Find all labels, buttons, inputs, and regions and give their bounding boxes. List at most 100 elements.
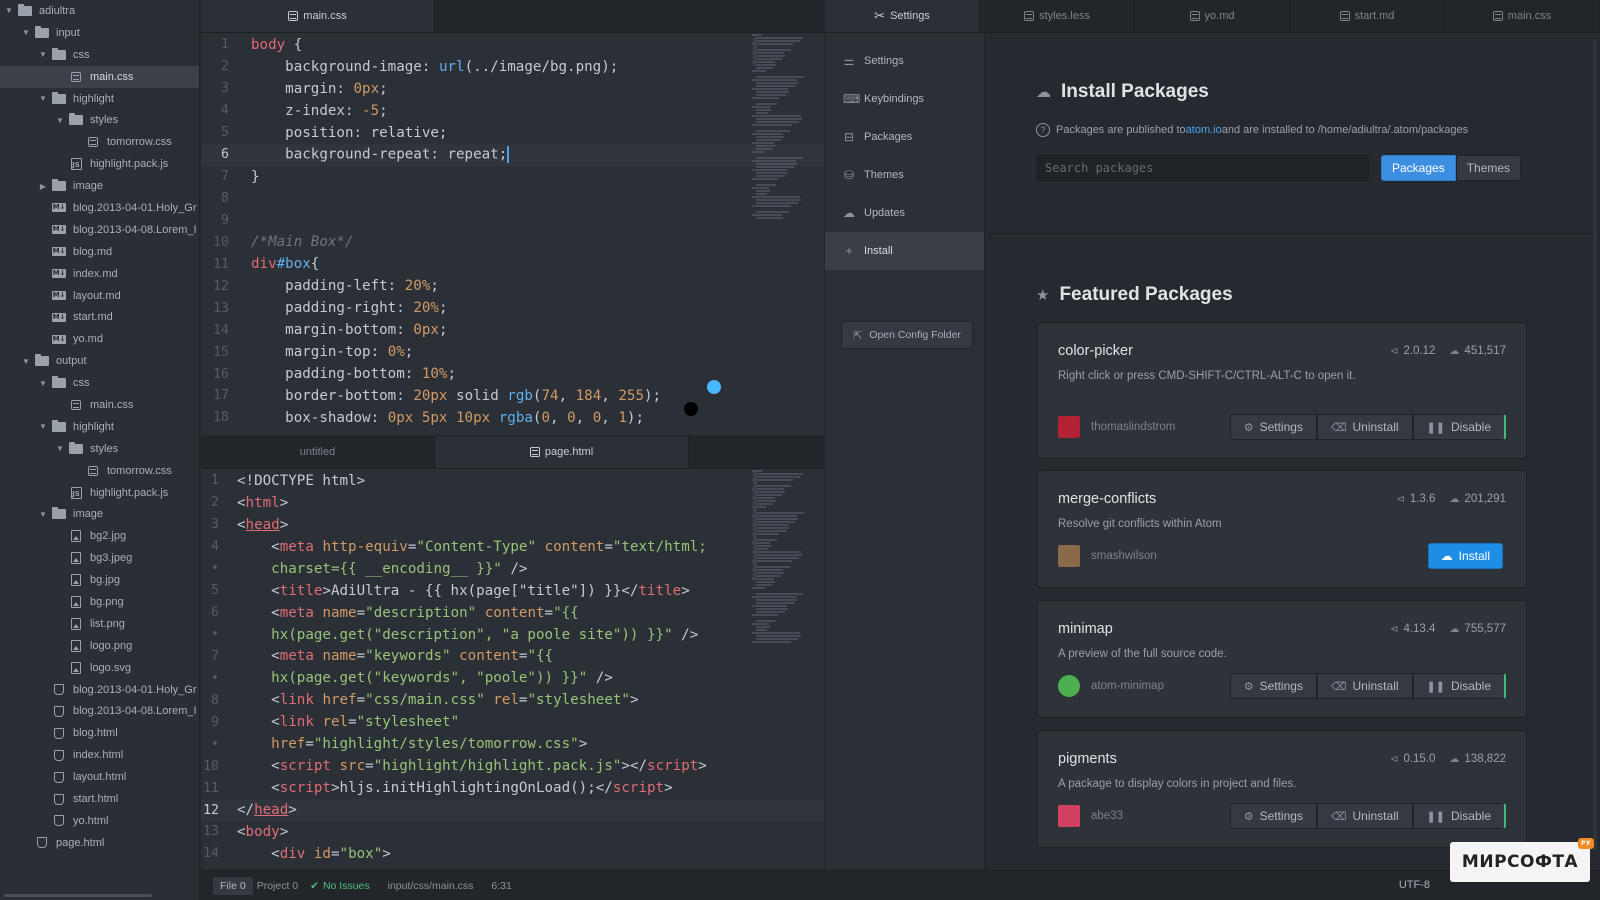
file-path[interactable]: input/css/main.css [388,880,474,892]
chevron-down-icon[interactable]: ▼ [4,6,14,15]
chevron-down-icon[interactable]: ▼ [38,379,48,388]
disable-button[interactable]: ❚❚ Disable [1412,803,1506,829]
tree-file[interactable]: ▼bg2.jpg [0,525,199,547]
code-editor[interactable]: 1 <!DOCTYPE html> 2 <html> 3 <head> 4 <meta ht… [201,470,824,870]
tree-folder[interactable]: ▼ highlight [0,416,199,438]
tree-folder[interactable]: ▼ input [0,22,199,44]
tree-file[interactable]: ▼main.css [0,394,199,416]
tree-file[interactable]: ▼tomorrow.css [0,460,199,482]
tree-file[interactable]: ▼M↓start.md [0,306,199,328]
tree-file[interactable]: ▼list.png [0,613,199,635]
package-owner[interactable]: abe33 [1058,805,1123,827]
tree-file[interactable]: ▼M↓yo.md [0,328,199,350]
tree-file[interactable]: ▼main.css [0,65,199,88]
uninstall-button[interactable]: ⌫ Uninstall [1316,414,1413,440]
tree-folder[interactable]: ▼ adiultra [0,0,199,22]
chevron-down-icon[interactable]: ▼ [38,510,48,519]
tab-untitled[interactable]: untitled [201,436,435,468]
tree-file[interactable]: ▼tomorrow.css [0,131,199,153]
tree-file[interactable]: ▼bg3.jpeg [0,547,199,569]
package-owner[interactable]: atom-minimap [1058,675,1164,697]
chevron-down-icon[interactable]: ▼ [21,28,31,37]
settings-button[interactable]: ⚙ Settings [1229,673,1317,699]
tree-file[interactable]: ▼blog.2013-04-08.Lorem_I [0,701,199,723]
tree-file[interactable]: ▼JShighlight.pack.js [0,482,199,504]
package-name[interactable]: minimap [1058,621,1113,637]
tree-file[interactable]: ▼M↓blog.2013-04-01.Holy_Gr [0,197,199,219]
nav-item-install[interactable]: + Install [825,232,984,270]
settings-button[interactable]: ⚙ Settings [1229,414,1317,440]
nav-item-updates[interactable]: ☁ Updates [825,194,984,232]
chevron-down-icon[interactable]: ▼ [55,116,65,125]
nav-item-themes[interactable]: ⛁ Themes [825,156,984,194]
chevron-right-icon[interactable]: ▶ [38,182,48,191]
tab-settings[interactable]: ✂ Settings [825,0,980,32]
packages-toggle-button[interactable]: Packages [1381,155,1456,181]
uninstall-button[interactable]: ⌫ Uninstall [1316,673,1413,699]
tree-file[interactable]: ▼M↓blog.md [0,241,199,263]
tree-file[interactable]: ▼yo.html [0,810,199,832]
tree-file[interactable]: ▼blog.2013-04-01.Holy_Gr [0,679,199,701]
package-owner[interactable]: thomaslindstrom [1058,416,1175,438]
package-name[interactable]: pigments [1058,751,1117,767]
cursor-position[interactable]: 6:31 [491,880,511,892]
disable-button[interactable]: ❚❚ Disable [1412,414,1506,440]
tab-styles-less[interactable]: styles.less [980,0,1135,32]
tree-file[interactable]: ▼bg.jpg [0,569,199,591]
package-name[interactable]: color-picker [1058,343,1133,359]
tab-main-css[interactable]: main.css [201,0,435,32]
nav-item-packages[interactable]: ⊟ Packages [825,118,984,156]
tree-file[interactable]: ▼blog.html [0,722,199,744]
file-encoding[interactable]: UTF-8 [1399,879,1430,891]
chevron-down-icon[interactable]: ▼ [38,50,48,59]
tree-file[interactable]: ▼start.html [0,788,199,810]
tree-scrollbar[interactable] [4,894,152,897]
tree-file[interactable]: ▼layout.html [0,766,199,788]
editor-pane-main-css[interactable]: main.css 1 body {2 background-image: url(… [201,0,824,435]
tree-folder[interactable]: ▼ styles [0,438,199,460]
tree-folder[interactable]: ▶ image [0,175,199,197]
chevron-down-icon[interactable]: ▼ [38,94,48,103]
chevron-down-icon[interactable]: ▼ [21,357,31,366]
tab-page-html[interactable]: page.html [435,436,689,468]
settings-scrollbar[interactable] [1593,40,1597,850]
uninstall-button[interactable]: ⌫ Uninstall [1316,803,1413,829]
tree-folder[interactable]: ▼ highlight [0,88,199,110]
tree-file[interactable]: ▼logo.svg [0,657,199,679]
tree-folder[interactable]: ▼ css [0,372,199,394]
editor-pane-page-html[interactable]: untitled page.html 1 <!DOCTYPE html> 2 <htm… [201,436,824,870]
tab-yo-md[interactable]: yo.md [1135,0,1290,32]
minimap[interactable] [752,34,804,224]
themes-toggle-button[interactable]: Themes [1455,155,1522,181]
disable-button[interactable]: ❚❚ Disable [1412,673,1506,699]
file-issues-count[interactable]: File 0 [213,876,253,895]
nav-item-keybindings[interactable]: ⌨ Keybindings [825,80,984,118]
search-packages-input[interactable] [1037,155,1369,181]
tree-file[interactable]: ▼JShighlight.pack.js [0,153,199,175]
tree-file[interactable]: ▼logo.png [0,635,199,657]
project-issues-count[interactable]: Project 0 [257,880,298,892]
tree-file[interactable]: ▼page.html [0,832,199,854]
install-button[interactable]: ☁ Install [1427,543,1503,569]
atom-io-link[interactable]: atom.io [1186,124,1222,136]
chevron-down-icon[interactable]: ▼ [55,444,65,453]
tab-main-css[interactable]: main.css [1445,0,1600,32]
open-config-folder-button[interactable]: ⇱ Open Config Folder [841,321,973,349]
editor-scrollbar[interactable] [753,472,757,580]
tree-folder[interactable]: ▼ image [0,503,199,525]
minimap[interactable] [752,470,804,660]
tree-file[interactable]: ▼index.html [0,744,199,766]
linter-status[interactable]: ✔ No Issues [310,880,370,892]
editor-scrollbar[interactable] [753,38,757,66]
settings-button[interactable]: ⚙ Settings [1229,803,1317,829]
package-owner[interactable]: smashwilson [1058,545,1157,567]
tab-start-md[interactable]: start.md [1290,0,1445,32]
nav-item-settings[interactable]: ⚌ Settings [825,42,984,80]
chevron-down-icon[interactable]: ▼ [38,422,48,431]
tree-file[interactable]: ▼M↓blog.2013-04-08.Lorem_I [0,219,199,241]
tree-file[interactable]: ▼M↓index.md [0,263,199,285]
package-name[interactable]: merge-conflicts [1058,491,1156,507]
tree-folder[interactable]: ▼ output [0,350,199,372]
tree-folder[interactable]: ▼ styles [0,109,199,131]
code-editor[interactable]: 1 body {2 background-image: url(../image/… [201,34,824,435]
